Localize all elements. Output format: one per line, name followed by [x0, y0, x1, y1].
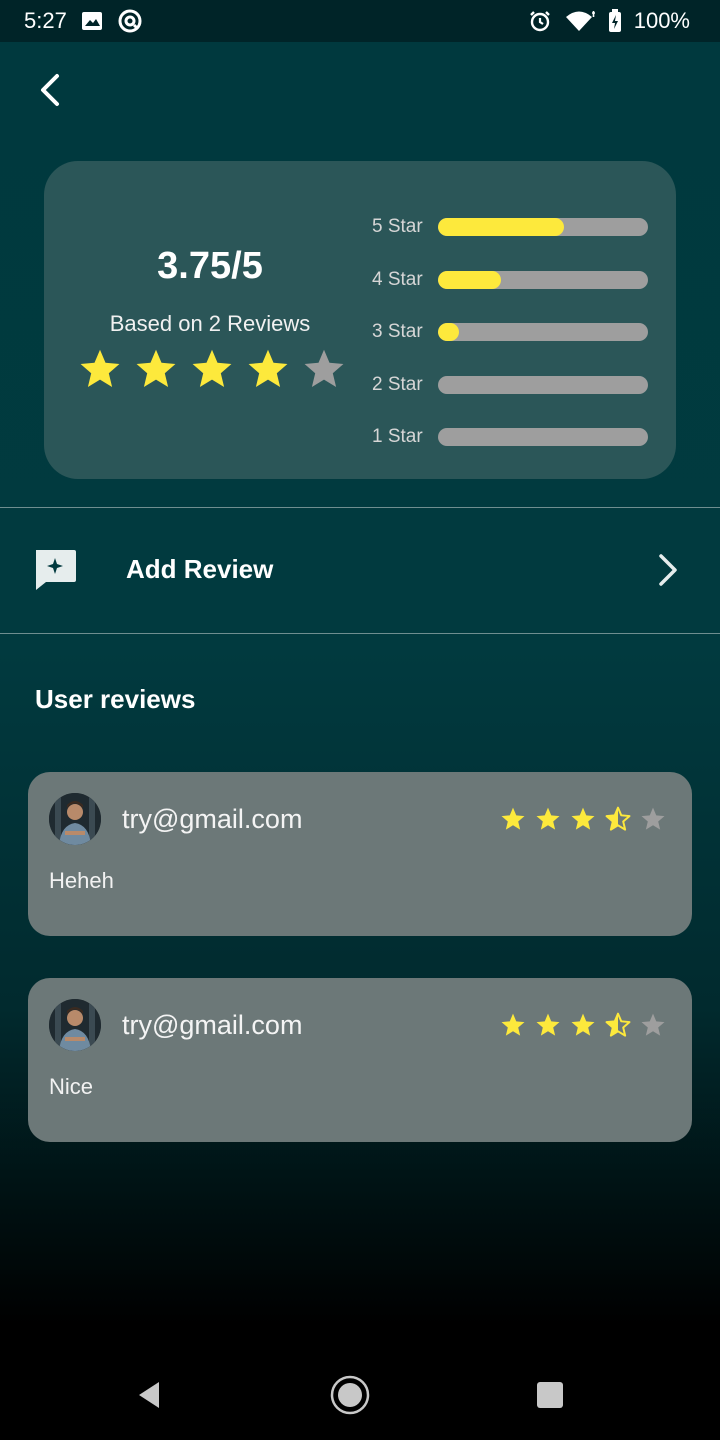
battery-icon	[608, 9, 622, 33]
nav-recents-button[interactable]	[527, 1372, 573, 1418]
square-recents-icon	[537, 1382, 563, 1408]
star-filled-icon	[80, 349, 120, 387]
rating-bar-track	[438, 428, 648, 447]
review-text: Heheh	[49, 868, 114, 893]
rating-bar-fill	[438, 270, 501, 289]
home-circle-icon	[330, 1375, 370, 1415]
star-empty-icon	[641, 807, 665, 830]
rating-bar-label: 3 Star	[372, 321, 423, 343]
star-filled-icon	[501, 1013, 525, 1036]
rating-bar-track	[438, 218, 648, 237]
alarm-icon	[528, 9, 552, 33]
divider-bottom	[0, 633, 720, 634]
average-rating: 3.75/5	[157, 245, 263, 287]
sync-icon	[117, 8, 143, 34]
status-bar: 5:27 100%	[0, 0, 720, 42]
reviewer-email: try@gmail.com	[122, 1010, 303, 1040]
review-star-rating	[500, 1012, 666, 1038]
review-card: try@gmail.com Heheh	[28, 772, 692, 936]
rating-bar-label: 5 Star	[372, 216, 423, 238]
rating-summary-card: 3.75/5 Based on 2 Reviews 5 Star 4 Star 3 …	[44, 161, 676, 479]
back-button[interactable]	[28, 68, 72, 112]
rating-bar-row: 1 Star	[372, 411, 648, 464]
star-filled-icon	[571, 1013, 595, 1036]
add-review-label: Add Review	[126, 554, 274, 584]
status-time: 5:27	[24, 8, 67, 33]
star-empty-icon	[304, 349, 344, 387]
chevron-left-icon	[41, 74, 59, 106]
battery-percent: 100%	[633, 8, 690, 33]
star-filled-icon	[248, 349, 288, 387]
avatar[interactable]	[49, 999, 101, 1051]
image-icon	[81, 10, 103, 32]
star-filled-icon	[571, 807, 595, 830]
summary-star-rating	[78, 347, 346, 391]
reviewer-email: try@gmail.com	[122, 804, 303, 834]
nav-home-button[interactable]	[327, 1372, 373, 1418]
review-text: Nice	[49, 1074, 94, 1099]
add-comment-icon	[32, 548, 78, 597]
star-filled-icon	[192, 349, 232, 387]
system-nav-bar	[0, 1350, 720, 1440]
rating-bar-row: 5 Star	[372, 201, 648, 254]
user-reviews-title: User reviews	[35, 684, 196, 714]
star-empty-icon	[641, 1013, 665, 1036]
review-count-label: Based on 2 Reviews	[109, 311, 311, 336]
rating-bar-fill	[438, 218, 564, 237]
status-right: 100%	[528, 8, 690, 34]
rating-bar-row: 3 Star	[372, 306, 648, 359]
nav-back-button[interactable]	[127, 1372, 173, 1418]
add-review-row[interactable]: Add Review	[0, 508, 720, 633]
avatar[interactable]	[49, 793, 101, 845]
rating-bar-track	[438, 323, 648, 342]
star-half-icon	[605, 1012, 631, 1037]
wifi-icon	[564, 9, 596, 33]
star-filled-icon	[501, 807, 525, 830]
rating-bar-fill	[438, 323, 459, 342]
rating-bar-label: 2 Star	[372, 373, 423, 395]
rating-bar-label: 4 Star	[372, 268, 423, 290]
rating-bar-label: 1 Star	[372, 426, 423, 448]
rating-bar-track	[438, 375, 648, 394]
rating-bar-row: 2 Star	[372, 359, 648, 412]
star-filled-icon	[536, 807, 560, 830]
review-card: try@gmail.com Nice	[28, 978, 692, 1142]
chevron-right-icon	[656, 552, 680, 593]
triangle-back-icon	[139, 1382, 159, 1408]
rating-bar-track	[438, 270, 648, 289]
status-left: 5:27	[24, 8, 143, 34]
star-filled-icon	[536, 1013, 560, 1036]
rating-bar-row: 4 Star	[372, 254, 648, 307]
star-filled-icon	[136, 349, 176, 387]
rating-distribution: 5 Star 4 Star 3 Star 2 Star 1 Star	[372, 201, 648, 464]
star-half-icon	[605, 806, 631, 831]
review-star-rating	[500, 806, 666, 832]
